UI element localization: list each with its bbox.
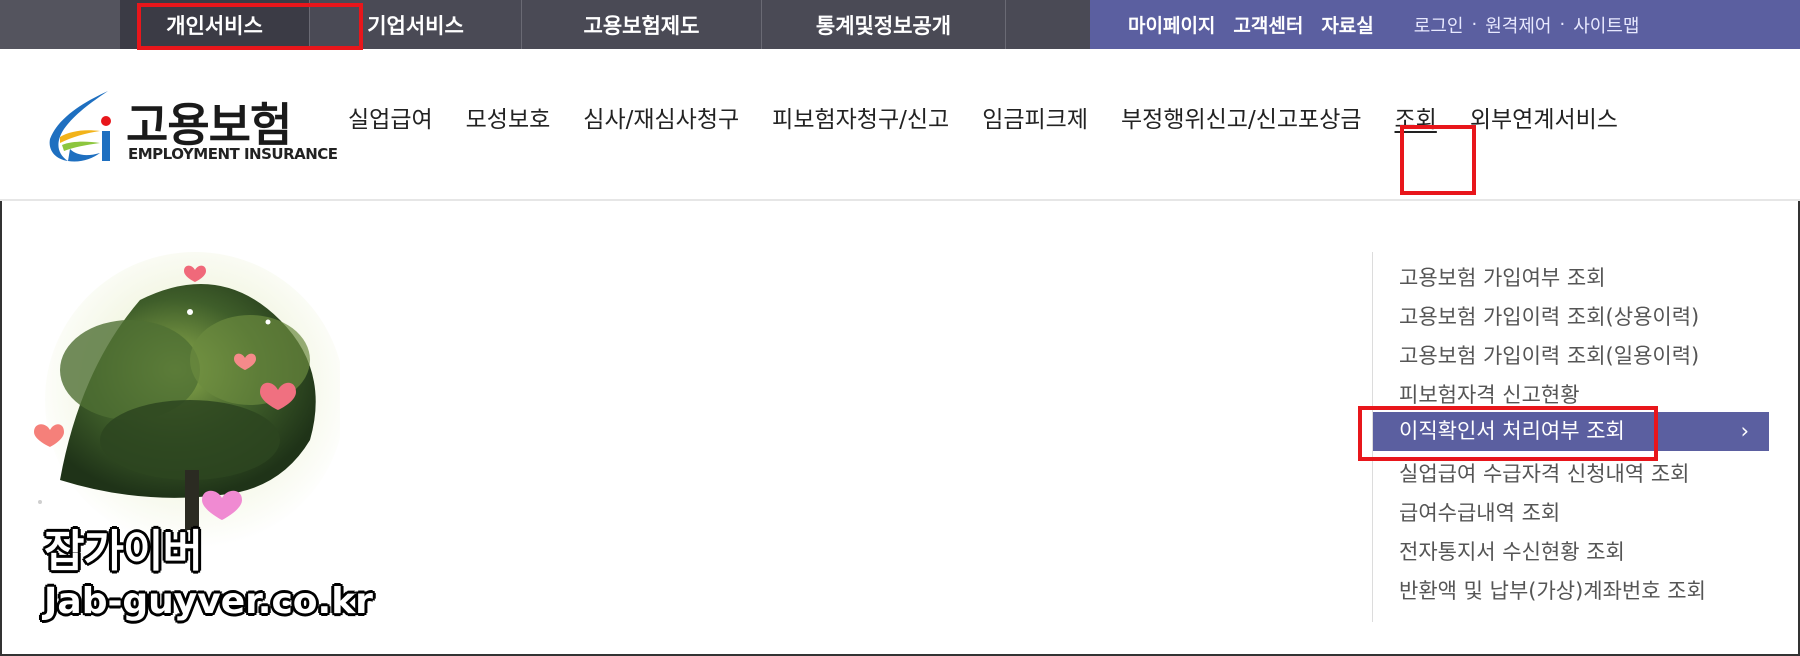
customer-center-link[interactable]: 고객센터	[1233, 11, 1303, 38]
submenu-item-enrollment-check[interactable]: 고용보험 가입여부 조회	[1399, 262, 1606, 292]
site-logo[interactable]: 고용보험 EMPLOYMENT INSURANCE	[46, 87, 338, 169]
watermark-korean: 잡가이버	[44, 526, 203, 577]
site-header: 고용보험 EMPLOYMENT INSURANCE 실업급여 모성보호 심사/재…	[0, 49, 1800, 201]
main-nav: 실업급여 모성보호 심사/재심사청구 피보험자청구/신고 임금피크제 부정행위신…	[348, 100, 1651, 134]
submenu-item-label: 이직확인서 처리여부 조회	[1399, 419, 1625, 443]
chevron-right-icon: ›	[1740, 419, 1749, 443]
watermark-url: Jab-guyver.co.kr	[44, 581, 373, 622]
nav-insured-claim[interactable]: 피보험자청구/신고	[772, 100, 949, 134]
submenu-item-eligibility-application[interactable]: 실업급여 수급자격 신청내역 조회	[1399, 458, 1690, 488]
watermark: 잡가이버 Jab-guyver.co.kr	[44, 515, 373, 622]
login-link[interactable]: 로그인	[1414, 12, 1464, 38]
remote-control-link[interactable]: 원격제어	[1485, 12, 1551, 38]
logo-mark-icon	[49, 91, 111, 162]
submenu-item-history-regular[interactable]: 고용보험 가입이력 조회(상용이력)	[1399, 301, 1699, 331]
archive-link[interactable]: 자료실	[1321, 11, 1373, 38]
inquiry-submenu: 고용보험 가입여부 조회 고용보험 가입이력 조회(상용이력) 고용보험 가입이…	[1372, 252, 1769, 622]
utility-bar: 마이페이지 고객센터 자료실 로그인 · 원격제어 · 사이트맵	[1090, 0, 1800, 49]
separator-dot: ·	[1471, 14, 1478, 35]
top-nav-statistics[interactable]: 통계및정보공개	[762, 0, 1006, 49]
tree-illustration	[34, 252, 340, 548]
sitemap-link[interactable]: 사이트맵	[1573, 12, 1639, 38]
mypage-link[interactable]: 마이페이지	[1128, 11, 1215, 38]
top-nav-business-services[interactable]: 기업서비스	[310, 0, 522, 49]
nav-maternity-protection[interactable]: 모성보호	[466, 100, 551, 134]
submenu-item-refund-account[interactable]: 반환액 및 납부(가상)계좌번호 조회	[1399, 575, 1706, 605]
nav-review-appeal[interactable]: 심사/재심사청구	[583, 100, 739, 134]
nav-fraud-report[interactable]: 부정행위신고/신고포상금	[1121, 100, 1362, 134]
top-nav-insurance-system[interactable]: 고용보험제도	[522, 0, 762, 49]
nav-unemployment-benefit[interactable]: 실업급여	[348, 100, 433, 134]
submenu-item-qualification-report[interactable]: 피보험자격 신고현황	[1399, 379, 1580, 409]
submenu-item-benefit-history[interactable]: 급여수급내역 조회	[1399, 497, 1560, 527]
top-bar-lead	[0, 0, 120, 49]
nav-inquiry[interactable]: 조회	[1395, 100, 1437, 134]
submenu-item-e-notice-status[interactable]: 전자통지서 수신현황 조회	[1399, 536, 1625, 566]
top-nav: 개인서비스 기업서비스 고용보험제도 통계및정보공개	[120, 0, 1006, 56]
nav-external-services[interactable]: 외부연계서비스	[1470, 100, 1618, 134]
separator-dot: ·	[1559, 14, 1566, 35]
nav-wage-peak[interactable]: 임금피크제	[982, 100, 1088, 134]
submenu-item-separation-confirmation[interactable]: 이직확인서 처리여부 조회 ›	[1373, 412, 1769, 451]
submenu-item-history-daily[interactable]: 고용보험 가입이력 조회(일용이력)	[1399, 340, 1699, 370]
logo-english: EMPLOYMENT INSURANCE	[128, 145, 338, 163]
top-nav-personal-services[interactable]: 개인서비스	[120, 0, 310, 56]
